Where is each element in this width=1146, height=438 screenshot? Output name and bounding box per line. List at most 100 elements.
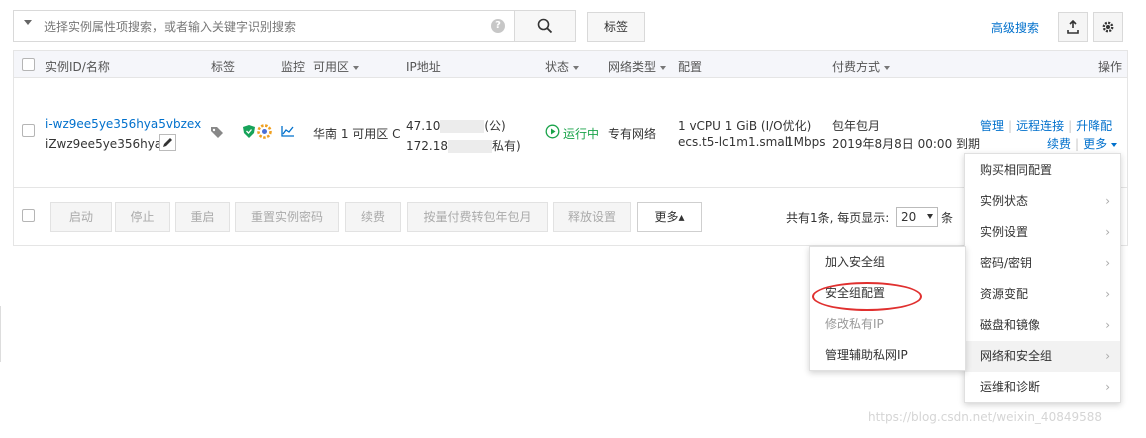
zone-value: 华南 1 可用区 C (313, 127, 401, 141)
page-size-select[interactable]: 20 (896, 207, 938, 227)
security-shield-icon[interactable] (243, 125, 255, 138)
remote-connect-link[interactable]: 远程连接 (1016, 119, 1064, 133)
public-ip: 47.10 (公) (406, 117, 506, 134)
column-header-actions: 操作 (1098, 60, 1123, 74)
row-checkbox[interactable] (22, 124, 35, 137)
status-header-label: 状态 (545, 60, 570, 74)
chevron-right-icon: › (1105, 225, 1110, 239)
search-placeholder: 选择实例属性项搜索，或者输入关键字识别搜索 (44, 20, 297, 34)
row-actions-line1: 管理 | 远程连接 | 升降配 (980, 117, 1112, 134)
restart-button[interactable]: 重启 (175, 202, 230, 232)
chevron-right-icon: › (1105, 318, 1110, 332)
menu-item-instance-status[interactable]: 实例状态 › (965, 186, 1120, 217)
menu-item-password-key[interactable]: 密码/密钥 › (965, 248, 1120, 279)
menu-item-disk-image[interactable]: 磁盘和镜像 › (965, 310, 1120, 341)
more-actions-link[interactable]: 更多 (1083, 137, 1107, 151)
renew-link[interactable]: 续费 (1047, 137, 1071, 151)
chevron-down-icon (1111, 142, 1118, 147)
menu-item-label: 网络和安全组 (980, 349, 1053, 363)
divider: | (1008, 119, 1013, 133)
search-icon (537, 18, 553, 34)
release-settings-button[interactable]: 释放设置 (553, 202, 631, 232)
more-button-label: 更多 (654, 210, 679, 224)
menu-item-instance-settings[interactable]: 实例设置 › (965, 217, 1120, 248)
column-header-zone[interactable]: 可用区 (313, 58, 360, 75)
menu-item-label: 购买相同配置 (980, 163, 1053, 177)
column-header-tag: 标签 (211, 60, 236, 74)
column-header-id[interactable]: 实例ID/名称 (45, 58, 110, 75)
menu-item-label: 磁盘和镜像 (980, 318, 1041, 332)
running-status-icon (545, 124, 560, 139)
instance-id-link[interactable]: i-wz9ee5ye356hya5vbzex (45, 117, 201, 131)
manage-link[interactable]: 管理 (980, 119, 1004, 133)
search-button[interactable] (514, 10, 576, 42)
menu-item-manage-secondary-ip[interactable]: 管理辅助私网IP (810, 340, 965, 371)
menu-item-network-security[interactable]: 网络和安全组 › (965, 341, 1120, 372)
advanced-search-link[interactable]: 高级搜索 (991, 19, 1039, 36)
upgrade-link[interactable]: 升降配 (1076, 119, 1112, 133)
masked-region (448, 140, 492, 153)
footer-select-all-checkbox[interactable] (22, 209, 35, 222)
masked-region (440, 120, 485, 133)
menu-item-resource-change[interactable]: 资源变配 › (965, 279, 1120, 310)
menu-item-buy-same-config[interactable]: 购买相同配置 (965, 155, 1120, 186)
column-header-status[interactable]: 状态 (545, 58, 580, 75)
billing-header-label: 付费方式 (832, 60, 881, 74)
search-dropdown-icon[interactable] (24, 20, 32, 25)
pencil-icon (163, 138, 172, 147)
chevron-down-icon (353, 65, 360, 70)
chevron-down-icon (927, 214, 933, 219)
export-button[interactable] (1058, 12, 1088, 42)
monitor-chart-icon[interactable] (281, 125, 295, 137)
stop-button[interactable]: 停止 (115, 202, 170, 232)
chevron-right-icon: › (1105, 380, 1110, 394)
row-actions-line2: 续费 | 更多 (1047, 135, 1118, 152)
chevron-up-icon: ▴ (678, 210, 685, 224)
chevron-right-icon: › (1105, 256, 1110, 270)
column-header-config: 配置 (678, 60, 703, 74)
menu-item-join-security-group[interactable]: 加入安全组 (810, 247, 965, 278)
network-header-label: 网络类型 (608, 60, 657, 74)
reset-password-button[interactable]: 重置实例密码 (235, 202, 339, 232)
select-all-checkbox[interactable] (22, 58, 35, 71)
row-divider (14, 187, 1127, 188)
chevron-down-icon (884, 65, 891, 70)
page-unit: 条 (941, 211, 954, 225)
zone-header-label: 可用区 (313, 60, 350, 74)
help-icon[interactable]: ? (491, 19, 505, 33)
settings-button[interactable] (1093, 12, 1123, 42)
tag-filter-button[interactable]: 标签 (587, 12, 645, 42)
menu-item-label: 资源变配 (980, 287, 1029, 301)
bandwidth-value: 1Mbps (786, 135, 826, 149)
private-ip-value: 172.18 (406, 139, 448, 153)
tag-icon[interactable] (210, 125, 226, 139)
network-value: 专有网络 (608, 127, 657, 141)
renew-button[interactable]: 续费 (345, 202, 401, 232)
menu-item-ops-diagnostics[interactable]: 运维和诊断 › (965, 372, 1120, 403)
more-actions-menu: 购买相同配置 实例状态 › 实例设置 › 密码/密钥 › 资源变配 › 磁盘和镜像 › 网… (964, 153, 1121, 403)
private-ip-suffix: 私有) (492, 139, 521, 153)
column-header-network[interactable]: 网络类型 (608, 58, 667, 75)
chevron-down-icon (660, 65, 667, 70)
chevron-right-icon: › (1105, 194, 1110, 208)
convert-billing-button[interactable]: 按量付费转包年包月 (407, 202, 548, 232)
cloud-assistant-icon[interactable] (257, 124, 272, 139)
menu-item-label: 实例状态 (980, 194, 1029, 208)
column-header-billing[interactable]: 付费方式 (832, 58, 891, 75)
export-icon (1067, 20, 1079, 34)
public-ip-suffix: (公) (484, 119, 506, 133)
edit-name-button[interactable] (159, 134, 176, 151)
instance-name: iZwz9ee5ye356hya... (45, 137, 174, 151)
expiry-value: 2019年8月8日 00:00 到期 (832, 137, 981, 151)
divider: | (1068, 119, 1073, 133)
menu-item-label: 密码/密钥 (980, 256, 1033, 270)
start-button[interactable]: 启动 (50, 202, 112, 232)
status-value: 运行中 (563, 127, 600, 141)
chevron-right-icon: › (1105, 349, 1110, 363)
pagination-label: 共有1条, 每页显示: (786, 211, 890, 225)
left-edge-line (0, 306, 1, 362)
config-spec: 1 vCPU 1 GiB (I/O优化) (678, 119, 812, 133)
page-size-value: 20 (901, 210, 917, 224)
highlight-annotation (812, 282, 922, 311)
more-button[interactable]: 更多▴ (637, 202, 702, 232)
